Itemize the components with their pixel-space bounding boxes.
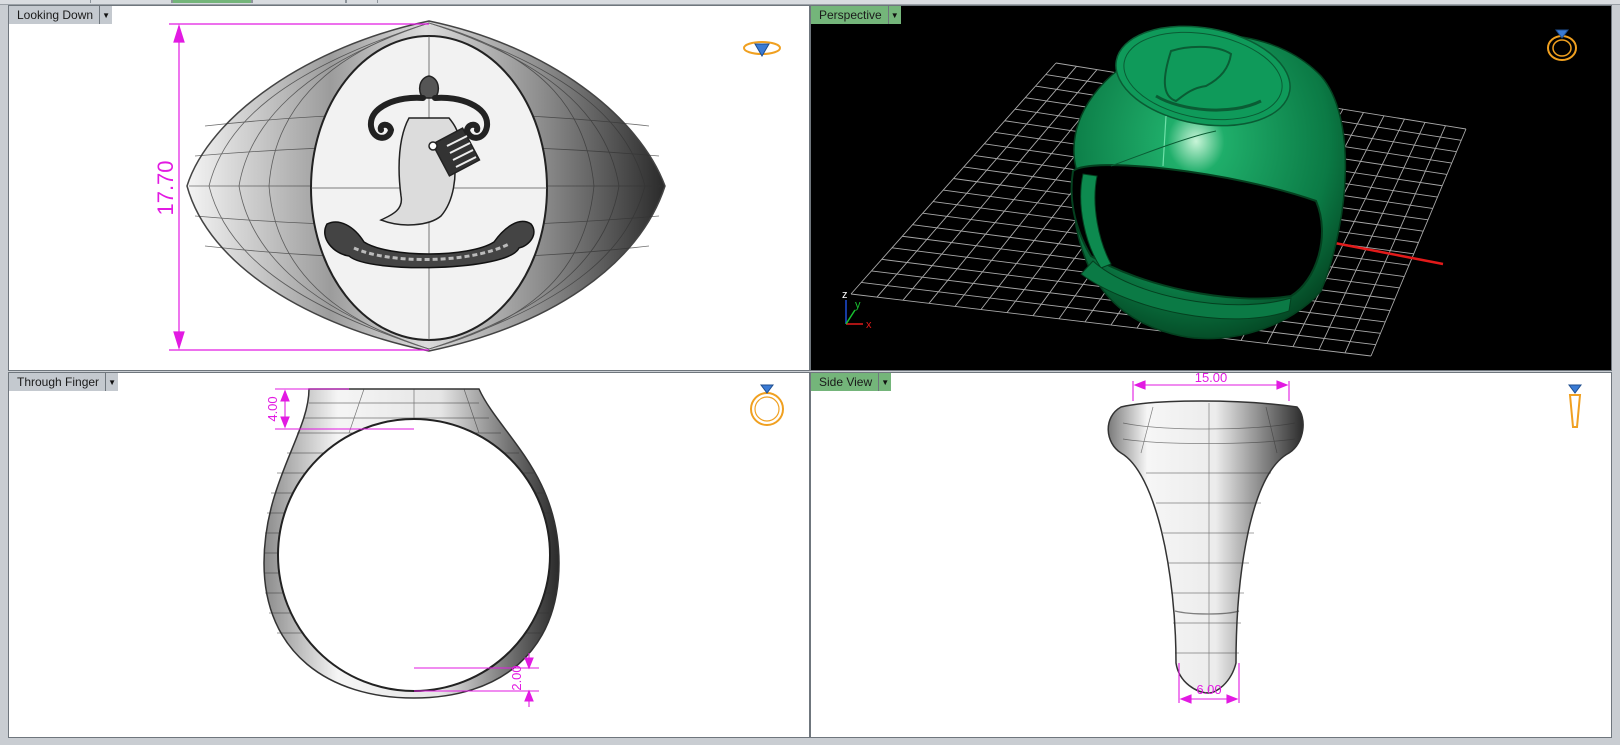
axis-label-x: x xyxy=(866,319,872,331)
dropdown-arrow-icon[interactable]: ▼ xyxy=(105,373,119,391)
viewport-label-through-finger[interactable]: Through Finger ▼ xyxy=(9,373,119,391)
viewport-title: Through Finger xyxy=(9,373,106,391)
ring-perspective-view: x y z xyxy=(842,25,1577,357)
tab[interactable] xyxy=(252,0,346,3)
viewport-title: Looking Down xyxy=(9,6,100,24)
viewport-label-perspective[interactable]: Perspective ▼ xyxy=(811,6,901,24)
viewport-label-looking-down[interactable]: Looking Down ▼ xyxy=(9,6,113,24)
dropdown-arrow-icon[interactable]: ▼ xyxy=(887,6,901,24)
dimension-label-top: 15.00 xyxy=(1195,373,1228,385)
viewport-title: Perspective xyxy=(811,6,888,24)
viewport-title: Side View xyxy=(811,373,879,391)
tab[interactable] xyxy=(346,0,378,3)
dimension-label-bottom: 6.00 xyxy=(1196,682,1221,697)
dimension-label-height: 17.70 xyxy=(153,160,178,215)
ring-model-3d xyxy=(1070,25,1347,340)
viewport-looking-down[interactable]: Looking Down ▼ 17.70 xyxy=(8,5,810,371)
ring-perspective-icon[interactable] xyxy=(1547,29,1577,61)
viewport-side-view[interactable]: Side View ▼ 15.00 6.00 xyxy=(810,372,1612,738)
viewport-label-side-view[interactable]: Side View ▼ xyxy=(811,373,892,391)
dropdown-arrow-icon[interactable]: ▼ xyxy=(99,6,113,24)
finger-hole xyxy=(277,418,551,692)
ring-front-view: 4.00 2.00 xyxy=(263,384,784,707)
grid-line xyxy=(1344,125,1446,354)
dimension-label-bottom: 2.00 xyxy=(509,665,524,690)
tab-active[interactable] xyxy=(172,0,252,3)
dimension-label-top: 4.00 xyxy=(265,396,280,421)
ring-front-view-icon[interactable] xyxy=(750,384,784,426)
ring-top-view: 17.70 xyxy=(153,20,781,352)
ring-side-view: 15.00 6.00 xyxy=(1107,373,1582,704)
axis-gizmo: x y z xyxy=(842,289,872,331)
ring-top-view-icon[interactable] xyxy=(743,41,781,57)
grid-line xyxy=(1370,128,1467,357)
axis-label-z: z xyxy=(842,289,848,301)
viewport-perspective[interactable]: Perspective ▼ x y z xyxy=(810,5,1612,371)
ring-side-profile xyxy=(1107,400,1304,694)
viewport-through-finger[interactable]: Through Finger ▼ 4.00 2.00 xyxy=(8,372,810,738)
axis-label-y: y xyxy=(855,299,861,311)
tab[interactable] xyxy=(90,0,172,3)
dropdown-arrow-icon[interactable]: ▼ xyxy=(878,373,892,391)
ring-side-view-icon[interactable] xyxy=(1568,384,1582,428)
